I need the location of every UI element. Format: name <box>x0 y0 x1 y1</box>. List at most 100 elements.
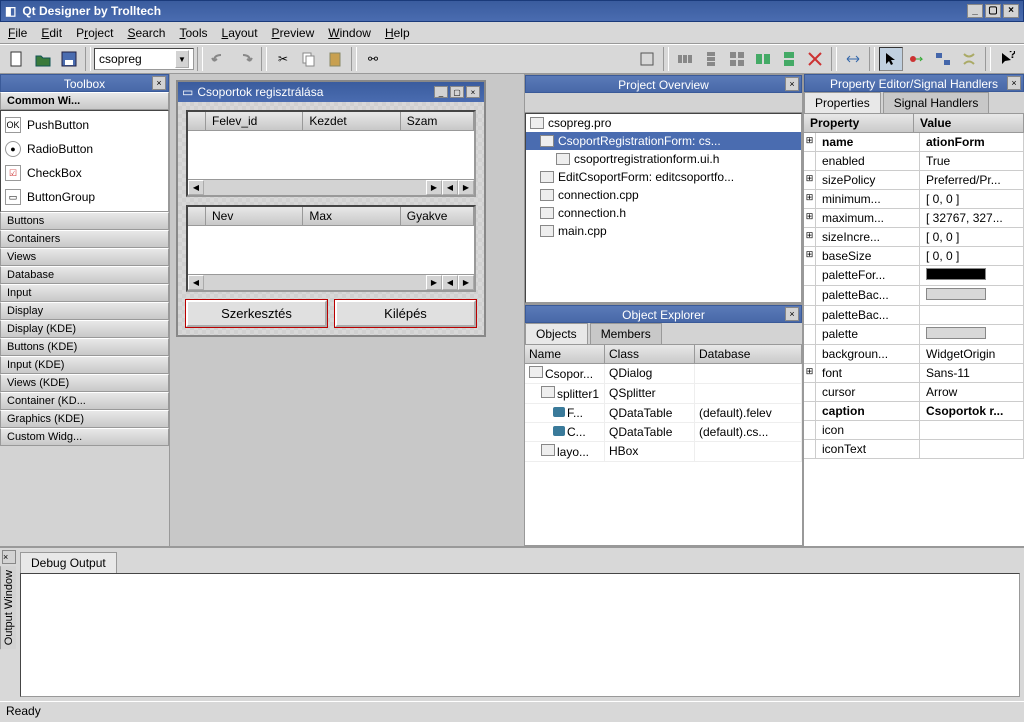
tree-item[interactable]: connection.cpp <box>526 186 801 204</box>
tab-objects[interactable]: Objects <box>525 323 588 344</box>
copy-icon[interactable] <box>297 47 321 71</box>
maximize-button[interactable]: ▢ <box>985 4 1001 18</box>
close-icon[interactable]: × <box>785 77 799 91</box>
close-icon[interactable]: × <box>2 550 16 564</box>
h-scrollbar[interactable]: ◀▶◀▶ <box>188 179 474 195</box>
col-header[interactable]: Szam <box>401 112 474 130</box>
layout-v-icon[interactable] <box>699 47 723 71</box>
toolbox-item-checkbox[interactable]: ☑CheckBox <box>3 161 166 185</box>
toolbox-item-pushbutton[interactable]: OKPushButton <box>3 113 166 137</box>
property-row[interactable]: ⊞minimum...[ 0, 0 ] <box>804 190 1024 209</box>
toolbox-item-buttongroup[interactable]: ▭ButtonGroup <box>3 185 166 209</box>
tree-item[interactable]: EditCsoportForm: editcsoportfo... <box>526 168 801 186</box>
object-row[interactable]: splitter1QSplitter <box>525 384 802 404</box>
output-text-area[interactable] <box>20 573 1020 697</box>
edit-button[interactable]: Szerkesztés <box>186 300 327 327</box>
tab-debug-output[interactable]: Debug Output <box>20 552 117 573</box>
h-scrollbar[interactable]: ◀▶◀▶ <box>188 274 474 290</box>
property-row[interactable]: icon <box>804 421 1024 440</box>
property-row[interactable]: ⊞sizeIncre...[ 0, 0 ] <box>804 228 1024 247</box>
layout-hsplit-icon[interactable] <box>751 47 775 71</box>
property-row[interactable]: enabledTrue <box>804 152 1024 171</box>
undo-icon[interactable] <box>207 47 231 71</box>
form-titlebar[interactable]: ▭ Csoportok regisztrálása _ ▢ × <box>178 82 484 102</box>
cut-icon[interactable]: ✂ <box>271 47 295 71</box>
property-row[interactable]: ⊞nameationForm <box>804 133 1024 152</box>
toolbox-category[interactable]: Containers <box>0 230 169 248</box>
data-table-1[interactable]: Felev_id Kezdet Szam ◀▶◀▶ <box>186 110 476 197</box>
property-row[interactable]: palette <box>804 325 1024 345</box>
property-row[interactable]: captionCsoportok r... <box>804 402 1024 421</box>
menu-tools[interactable]: Tools <box>179 26 207 40</box>
data-table-2[interactable]: Nev Max Gyakve ◀▶◀▶ <box>186 205 476 292</box>
close-icon[interactable]: × <box>785 307 799 321</box>
property-row[interactable]: paletteBac... <box>804 286 1024 306</box>
exit-button[interactable]: Kilépés <box>335 300 476 327</box>
close-icon[interactable]: × <box>466 86 480 98</box>
toolbox-category[interactable]: Custom Widg... <box>0 428 169 446</box>
object-row[interactable]: F...QDataTable(default).felev <box>525 404 802 423</box>
tab-members[interactable]: Members <box>590 323 662 344</box>
spacer-icon[interactable] <box>841 47 865 71</box>
menu-project[interactable]: Project <box>76 26 113 40</box>
close-button[interactable]: × <box>1003 4 1019 18</box>
layout-adjust-icon[interactable] <box>635 47 659 71</box>
toolbox-category[interactable]: Input <box>0 284 169 302</box>
redo-icon[interactable] <box>233 47 257 71</box>
menu-edit[interactable]: Edit <box>41 26 62 40</box>
property-row[interactable]: cursorArrow <box>804 383 1024 402</box>
tab-order-icon[interactable] <box>931 47 955 71</box>
col-header[interactable]: Nev <box>206 207 303 225</box>
layout-h-icon[interactable] <box>673 47 697 71</box>
layout-grid-icon[interactable] <box>725 47 749 71</box>
property-row[interactable]: iconText <box>804 440 1024 459</box>
buddy-icon[interactable] <box>957 47 981 71</box>
object-row[interactable]: C...QDataTable(default).cs... <box>525 423 802 442</box>
minimize-button[interactable]: _ <box>967 4 983 18</box>
break-layout-icon[interactable] <box>803 47 827 71</box>
col-header[interactable]: Gyakve <box>401 207 474 225</box>
pointer-icon[interactable] <box>879 47 903 71</box>
tree-item[interactable]: CsoportRegistrationForm: cs... <box>526 132 801 150</box>
minimize-icon[interactable]: _ <box>434 86 448 98</box>
toolbox-category-common[interactable]: Common Wi... <box>0 92 169 110</box>
menu-help[interactable]: Help <box>385 26 410 40</box>
menu-preview[interactable]: Preview <box>272 26 315 40</box>
tree-item[interactable]: main.cpp <box>526 222 801 240</box>
save-icon[interactable] <box>57 47 81 71</box>
menu-search[interactable]: Search <box>127 26 165 40</box>
property-row[interactable]: paletteFor... <box>804 266 1024 286</box>
toolbox-category[interactable]: Container (KD... <box>0 392 169 410</box>
toolbox-category[interactable]: Display (KDE) <box>0 320 169 338</box>
property-grid[interactable]: ⊞nameationFormenabledTrue⊞sizePolicyPref… <box>804 133 1024 546</box>
whatsthis-icon[interactable]: ? <box>995 47 1019 71</box>
form-window[interactable]: ▭ Csoportok regisztrálása _ ▢ × Felev_id… <box>176 80 486 337</box>
menu-file[interactable]: File <box>8 26 27 40</box>
object-row[interactable]: Csopor...QDialog <box>525 364 802 384</box>
close-icon[interactable]: × <box>1007 76 1021 90</box>
tree-item[interactable]: csoportregistrationform.ui.h <box>526 150 801 168</box>
signal-icon[interactable] <box>905 47 929 71</box>
menu-layout[interactable]: Layout <box>222 26 258 40</box>
property-row[interactable]: ⊞baseSize[ 0, 0 ] <box>804 247 1024 266</box>
paste-icon[interactable] <box>323 47 347 71</box>
open-icon[interactable] <box>31 47 55 71</box>
property-row[interactable]: ⊞sizePolicyPreferred/Pr... <box>804 171 1024 190</box>
toolbox-category[interactable]: Buttons (KDE) <box>0 338 169 356</box>
property-row[interactable]: backgroun...WidgetOrigin <box>804 345 1024 364</box>
col-header[interactable]: Max <box>303 207 400 225</box>
toolbox-category[interactable]: Graphics (KDE) <box>0 410 169 428</box>
tree-item[interactable]: connection.h <box>526 204 801 222</box>
toolbox-category[interactable]: Display <box>0 302 169 320</box>
project-tree[interactable]: csopreg.pro CsoportRegistrationForm: cs.… <box>525 113 802 303</box>
toolbox-category[interactable]: Input (KDE) <box>0 356 169 374</box>
maximize-icon[interactable]: ▢ <box>450 86 464 98</box>
col-header[interactable]: Kezdet <box>303 112 400 130</box>
toolbox-category[interactable]: Views (KDE) <box>0 374 169 392</box>
col-header[interactable]: Felev_id <box>206 112 303 130</box>
tab-signal-handlers[interactable]: Signal Handlers <box>883 92 990 113</box>
layout-vsplit-icon[interactable] <box>777 47 801 71</box>
property-row[interactable]: paletteBac... <box>804 306 1024 325</box>
menu-window[interactable]: Window <box>328 26 371 40</box>
toolbox-category[interactable]: Views <box>0 248 169 266</box>
